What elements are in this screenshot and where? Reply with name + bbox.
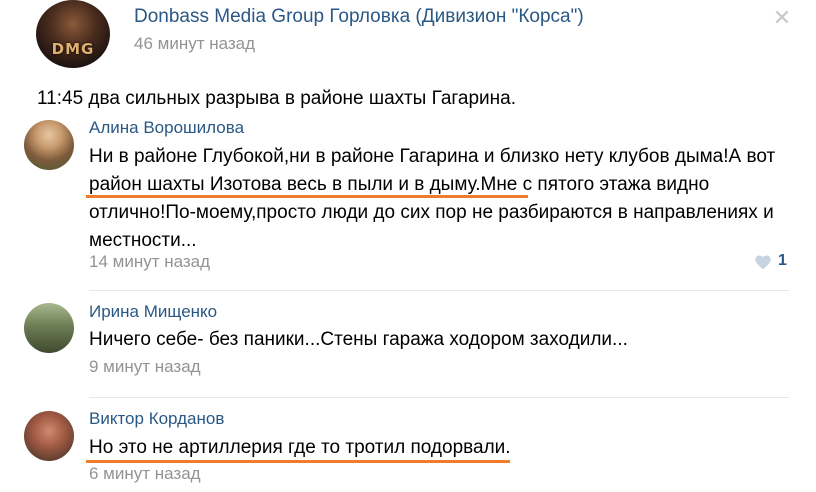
divider [89,397,789,398]
highlight-underline [86,460,510,463]
close-icon[interactable]: ✕ [772,7,792,29]
comment-text: Ничего себе- без паники...Стены гаража х… [89,329,628,350]
group-name-link[interactable]: Donbass Media Group Горловка (Дивизион "… [134,6,584,28]
comment-author-link[interactable]: Алина Ворошилова [89,118,244,138]
comment-timestamp[interactable]: 14 минут назад [89,252,210,272]
avatar[interactable] [24,120,74,170]
like-count[interactable]: 1 [778,252,787,270]
avatar[interactable] [24,303,74,353]
highlight-underline [86,195,528,198]
group-avatar[interactable]: DMG [36,0,110,68]
heart-icon[interactable] [754,254,772,270]
post-text: 11:45 два сильных разрыва в районе шахты… [37,88,516,109]
divider [89,290,789,291]
comment-author-link[interactable]: Ирина Мищенко [89,302,217,322]
group-avatar-logo: DMG [51,40,95,58]
comment-timestamp[interactable]: 6 минут назад [89,464,201,484]
avatar[interactable] [24,411,74,461]
comment-text: Ни в районе Глубокой,ни в районе Гагарин… [89,146,776,251]
comment-text: Но это не артиллерия где то тротил подор… [89,437,511,458]
comment-timestamp[interactable]: 9 минут назад [89,357,201,377]
comment-author-link[interactable]: Виктор Корданов [89,409,224,429]
post-timestamp[interactable]: 46 минут назад [134,34,255,54]
